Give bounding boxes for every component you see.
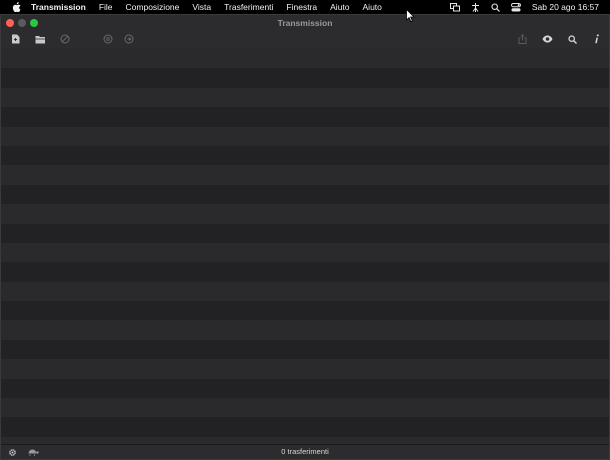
menu-edit[interactable]: Composizione — [126, 2, 180, 12]
accessibility-icon[interactable] — [471, 2, 480, 12]
mouse-cursor-icon — [406, 8, 416, 23]
share-icon[interactable] — [515, 32, 529, 46]
info-icon[interactable] — [590, 32, 604, 46]
list-row — [1, 223, 609, 243]
list-row — [1, 165, 609, 185]
list-row — [1, 281, 609, 302]
remove-icon[interactable] — [58, 32, 72, 46]
menu-bar-clock[interactable]: Sab 20 ago 16:57 — [532, 2, 599, 12]
resume-all-icon[interactable] — [122, 32, 136, 46]
list-row — [1, 68, 609, 88]
search-icon[interactable] — [565, 32, 579, 46]
apple-menu-icon[interactable] — [11, 2, 21, 12]
menu-help-2[interactable]: Aiuto — [363, 2, 382, 12]
list-row — [1, 339, 609, 360]
create-torrent-icon[interactable] — [8, 32, 22, 46]
list-row — [1, 301, 609, 321]
list-row — [1, 184, 609, 205]
transmission-window: Transmission 0 trasferimenti — [0, 14, 610, 460]
quick-look-icon[interactable] — [540, 32, 554, 46]
open-torrent-icon[interactable] — [33, 32, 47, 46]
screen-mirroring-icon[interactable] — [449, 2, 460, 12]
window-title: Transmission — [277, 18, 333, 28]
menu-window[interactable]: Finestra — [286, 2, 317, 12]
pause-all-icon[interactable] — [101, 32, 115, 46]
status-bar: 0 trasferimenti — [1, 444, 609, 459]
menu-transfers[interactable]: Trasferimenti — [224, 2, 273, 12]
menu-bar: Transmission File Composizione Vista Tra… — [0, 0, 610, 14]
list-row — [1, 320, 609, 340]
transfer-count-text: 0 trasferimenti — [281, 447, 329, 456]
list-row — [1, 107, 609, 127]
spotlight-search-icon[interactable] — [491, 2, 500, 12]
list-row — [1, 378, 609, 399]
list-row — [1, 145, 609, 166]
list-row — [1, 262, 609, 282]
list-row — [1, 204, 609, 224]
list-row — [1, 126, 609, 146]
menu-help[interactable]: Aiuto — [330, 2, 349, 12]
menu-app-name[interactable]: Transmission — [31, 2, 86, 12]
menu-file[interactable]: File — [99, 2, 113, 12]
list-row — [1, 359, 609, 379]
control-center-icon[interactable] — [510, 2, 521, 12]
torrent-list[interactable] — [1, 49, 609, 445]
list-row — [1, 49, 609, 69]
window-toolbar: Transmission — [1, 15, 609, 50]
list-row — [1, 242, 609, 263]
menu-view[interactable]: Vista — [192, 2, 211, 12]
list-row — [1, 87, 609, 108]
list-row — [1, 417, 609, 437]
list-row — [1, 398, 609, 418]
